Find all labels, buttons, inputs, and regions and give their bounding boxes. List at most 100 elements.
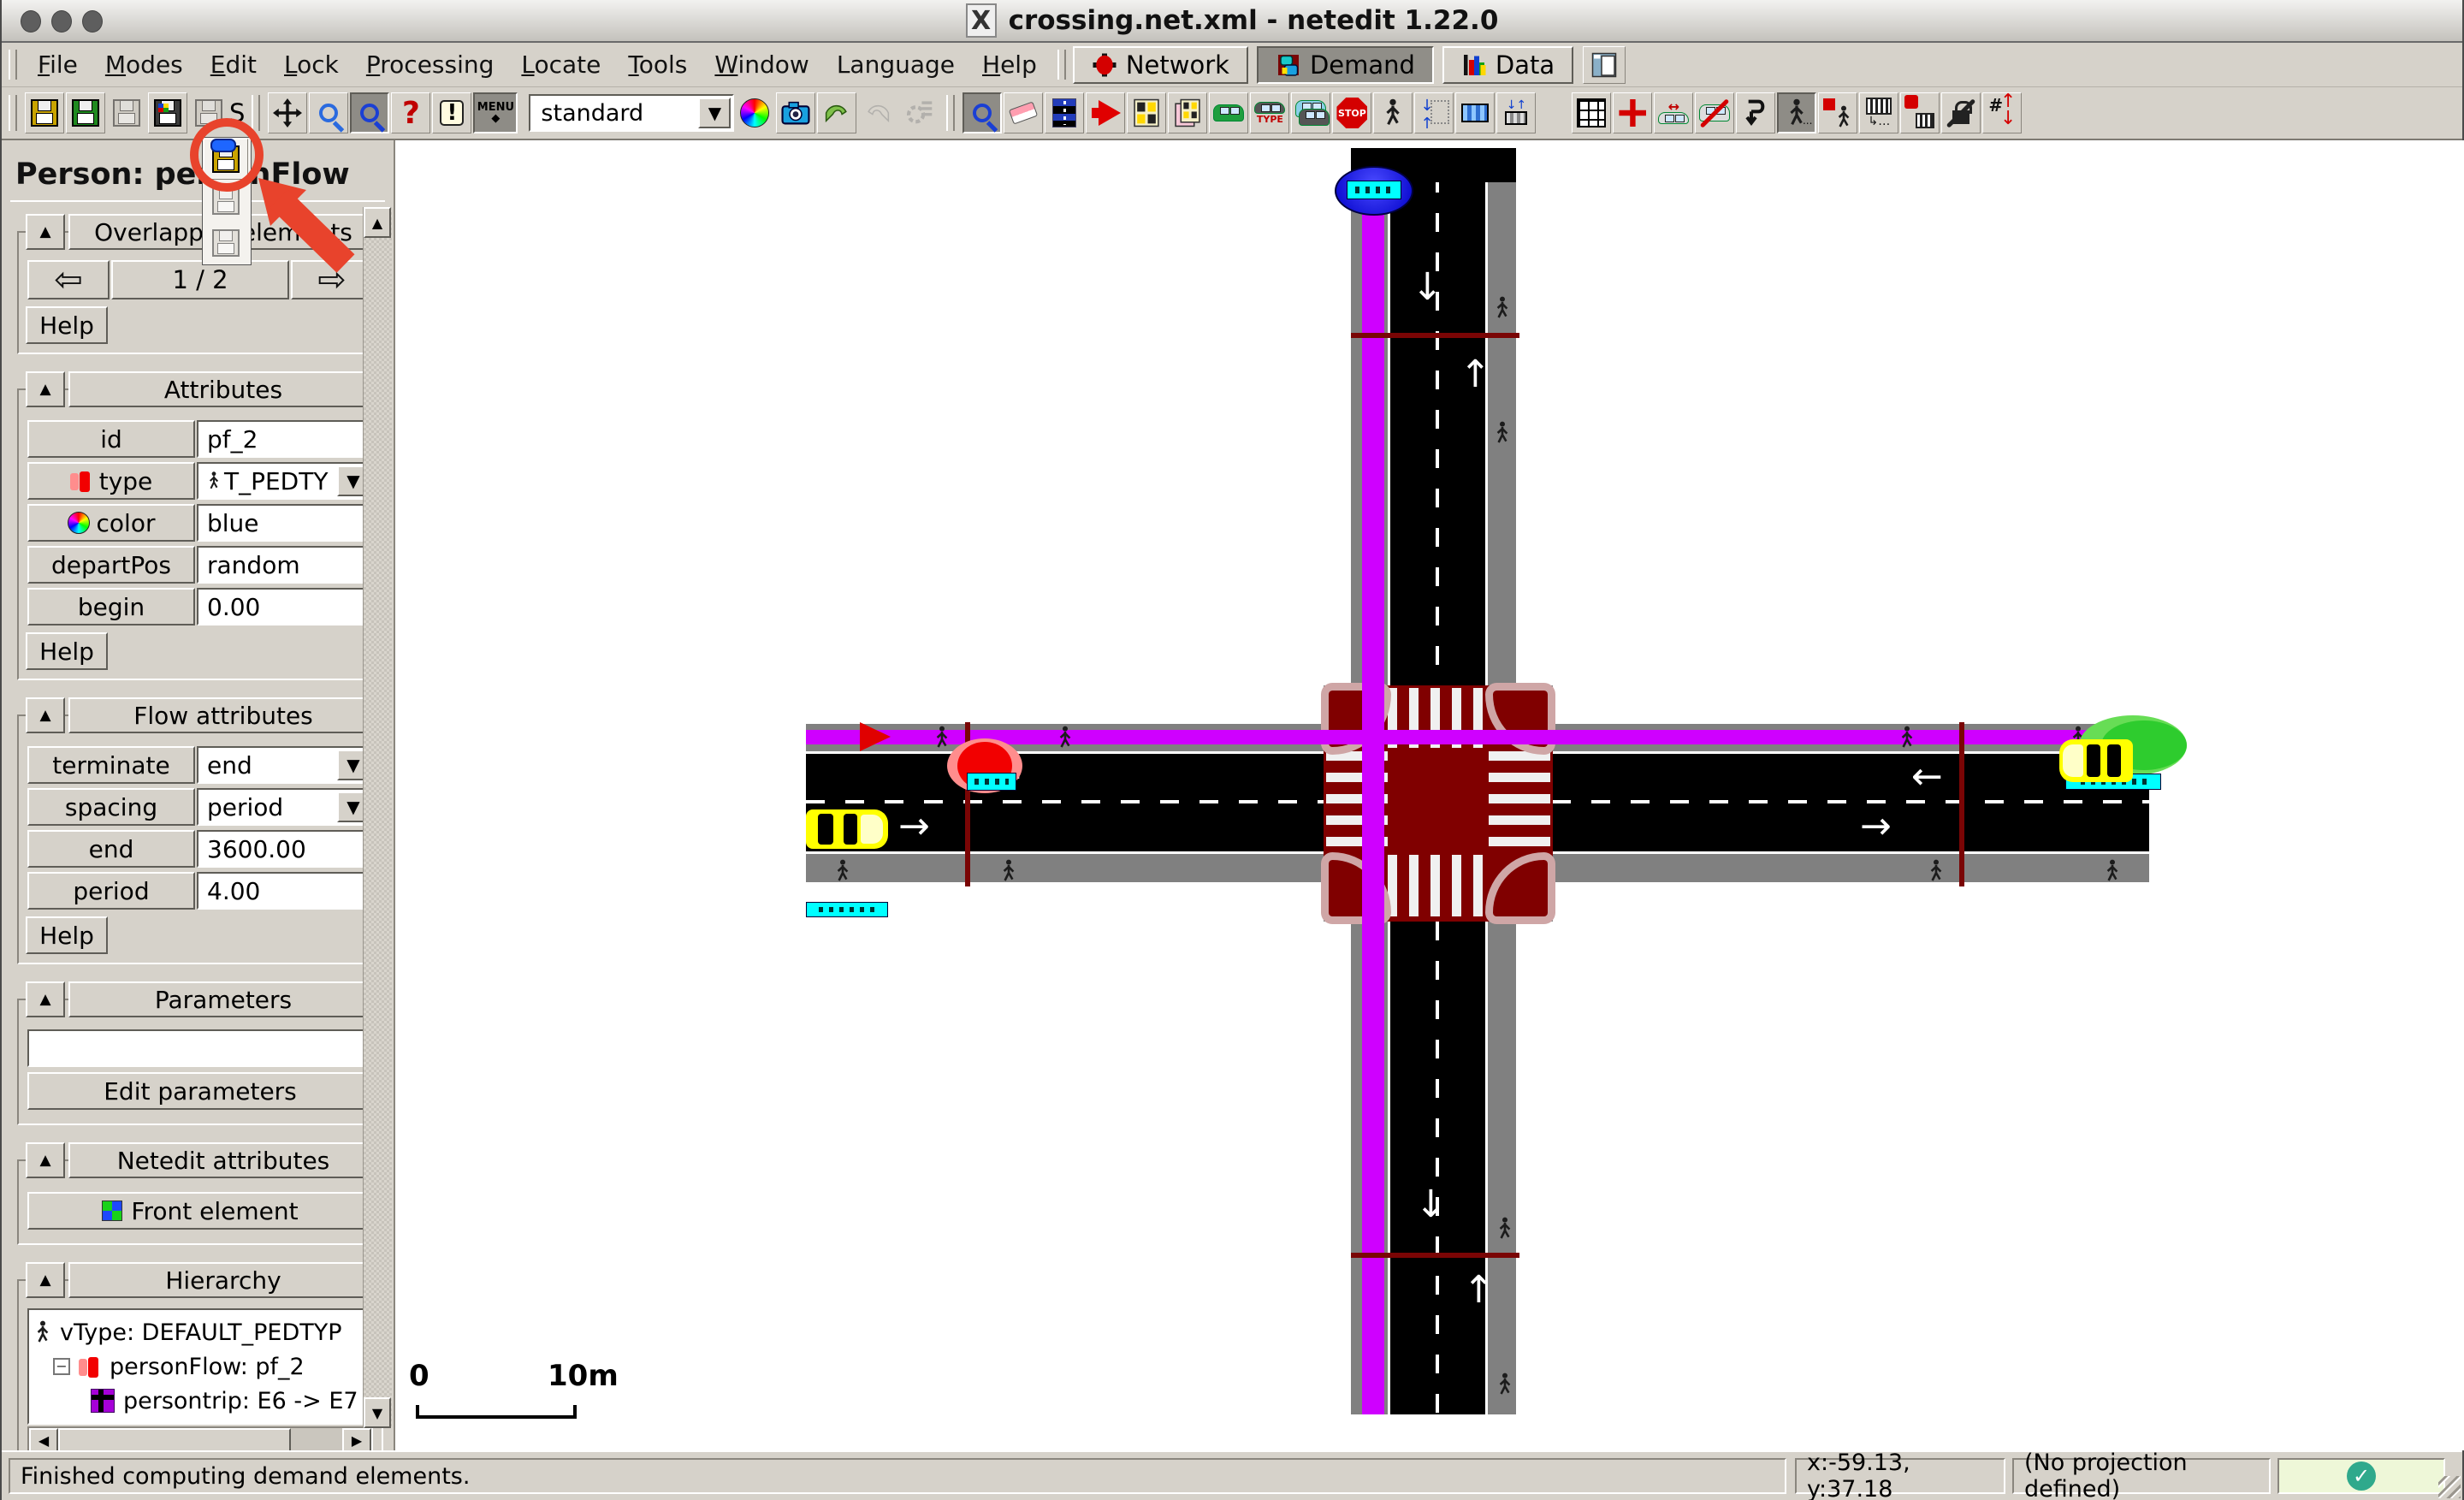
overlapped-routes-toggle-button[interactable]: # ↑ ↓ xyxy=(1982,92,2023,133)
overlapped-help-button[interactable]: Help xyxy=(26,306,108,344)
parameters-input[interactable] xyxy=(27,1029,373,1067)
hierarchy-title[interactable]: Hierarchy xyxy=(68,1262,378,1298)
menu-lock[interactable]: Lock xyxy=(270,45,352,84)
spacing-label-button[interactable]: spacing xyxy=(27,788,195,826)
network-canvas[interactable]: ↓ ↑ ↓ ↑ ← → ← → xyxy=(395,140,2464,1450)
recenter-view-button[interactable] xyxy=(268,92,308,133)
toolbar-grip-1[interactable] xyxy=(9,95,17,131)
hide-lock-toggle-button[interactable] xyxy=(1941,92,1981,133)
help-button[interactable]: ? xyxy=(391,92,431,133)
save-elements-menu-button[interactable] xyxy=(148,92,187,133)
edit-parameters-button[interactable]: Edit parameters xyxy=(27,1072,373,1110)
route-line-vertical[interactable] xyxy=(1362,174,1384,1414)
attributes-help-button[interactable]: Help xyxy=(26,632,108,670)
menu-modes[interactable]: Modes xyxy=(92,45,197,84)
spacing-combobox[interactable]: period ▼ xyxy=(197,788,373,826)
toolbar-grip-2[interactable] xyxy=(252,95,261,131)
terminate-combobox[interactable]: end ▼ xyxy=(197,746,373,784)
screenshot-button[interactable] xyxy=(776,92,816,133)
parameters-collapse-button[interactable]: ▲ xyxy=(26,981,65,1017)
person-mode-button[interactable] xyxy=(1373,92,1413,133)
color-input[interactable]: blue xyxy=(197,504,373,542)
supermode-grip[interactable] xyxy=(1057,49,1066,80)
attributes-title[interactable]: Attributes xyxy=(68,371,378,407)
flow-collapse-button[interactable]: ▲ xyxy=(26,697,65,733)
walkingarea-br[interactable] xyxy=(1485,852,1555,924)
show-routes-toggle-button[interactable]: ↳… xyxy=(1859,92,1899,133)
hierarchy-tree[interactable]: vType: DEFAULT_PEDTYP − personFlow: pf_2… xyxy=(27,1308,373,1425)
window-button-2[interactable] xyxy=(51,10,72,33)
menu-locate[interactable]: Locate xyxy=(507,45,614,84)
menu-edit[interactable]: Edit xyxy=(197,45,270,84)
tree-item-personflow[interactable]: − personFlow: pf_2 xyxy=(34,1349,371,1384)
show-trips-toggle-button[interactable] xyxy=(1736,92,1776,133)
departpos-label-button[interactable]: departPos xyxy=(27,546,195,584)
resize-grip[interactable] xyxy=(2438,1476,2461,1498)
delete-mode-button[interactable] xyxy=(1004,92,1044,133)
id-label-button[interactable]: id xyxy=(27,420,195,458)
stop-mode-button[interactable]: STOP xyxy=(1332,92,1372,133)
supermode-network-button[interactable]: Network xyxy=(1072,45,1248,84)
save-neteditconfig-button[interactable] xyxy=(25,92,64,133)
color-label-button[interactable]: color xyxy=(27,504,195,542)
messages-button[interactable]: ! xyxy=(432,92,472,133)
previous-element-button[interactable]: ⇦ xyxy=(27,260,110,299)
menu-processing[interactable]: Processing xyxy=(352,45,508,84)
person-plan-mode-button[interactable]: ↓ ↑ xyxy=(1414,92,1454,133)
pointer-search-button[interactable] xyxy=(350,92,390,133)
redo-button[interactable] xyxy=(858,92,897,133)
netedit-collapse-button[interactable]: ▲ xyxy=(26,1142,65,1178)
hscroll-right-button[interactable]: ▶ xyxy=(342,1428,371,1452)
undo-button[interactable] xyxy=(817,92,857,133)
type-mode-button[interactable]: TYPE xyxy=(1250,92,1290,133)
flow-help-button[interactable]: Help xyxy=(26,916,108,954)
junction-shape-toggle-button[interactable] xyxy=(1613,92,1653,133)
overlapped-collapse-button[interactable]: ▲ xyxy=(26,214,65,250)
title-bar[interactable]: X crossing.net.xml - netedit 1.22.0 xyxy=(2,0,2462,43)
select-mode-button[interactable] xyxy=(1045,92,1085,133)
crosswalk-east[interactable] xyxy=(1489,751,1550,852)
parameters-title[interactable]: Parameters xyxy=(68,981,378,1017)
hscroll-left-button[interactable]: ◀ xyxy=(29,1428,58,1452)
lock-person-toggle-button[interactable] xyxy=(1818,92,1858,133)
type-label-button[interactable]: type xyxy=(27,462,195,500)
end-input[interactable]: 3600.00 xyxy=(197,830,373,868)
tree-item-persontrip[interactable]: persontrip: E6 -> E7 xyxy=(34,1384,371,1418)
crosswalk-south[interactable] xyxy=(1388,855,1488,916)
container-plan-mode-button[interactable]: ↓↑ xyxy=(1496,92,1537,133)
view-preset-combobox[interactable]: standard ▼ xyxy=(529,94,735,132)
window-button-1[interactable] xyxy=(21,10,41,33)
menu-help[interactable]: Help xyxy=(968,45,1051,84)
window-controls[interactable] xyxy=(21,10,103,33)
junction[interactable] xyxy=(1321,683,1555,924)
supermode-data-button[interactable]: Data xyxy=(1442,45,1574,84)
menu-file[interactable]: File xyxy=(24,45,92,84)
save-sumoconfig-button[interactable] xyxy=(66,92,105,133)
lock-routes-toggle-button[interactable] xyxy=(1900,92,1940,133)
save-data-elements-button[interactable] xyxy=(204,181,248,222)
route-mode-button[interactable] xyxy=(1127,92,1167,133)
toggle-frames-button[interactable] xyxy=(1583,45,1626,84)
color-scheme-button[interactable] xyxy=(735,92,774,133)
save-network-button[interactable] xyxy=(107,92,146,133)
search-button[interactable] xyxy=(309,92,349,133)
person-plans-toggle-button[interactable]: ... xyxy=(1777,92,1817,133)
view-preset-dropdown-button[interactable]: ▼ xyxy=(698,98,732,128)
window-button-3[interactable] xyxy=(82,10,103,33)
id-input[interactable]: pf_2 xyxy=(197,420,373,458)
save-more-button[interactable] xyxy=(189,92,228,133)
menu-window[interactable]: Window xyxy=(701,45,822,84)
attributes-collapse-button[interactable]: ▲ xyxy=(26,371,65,407)
front-element-button[interactable]: Front element xyxy=(27,1192,373,1230)
vehicle-yellow-east[interactable] xyxy=(2059,739,2133,782)
supermode-demand-button[interactable]: Demand xyxy=(1256,45,1434,84)
hierarchy-collapse-button[interactable]: ▲ xyxy=(26,1262,65,1298)
departpos-input[interactable]: random xyxy=(197,546,373,584)
type-combobox[interactable]: T_PEDTY ▼ xyxy=(197,462,373,500)
hscroll-thumb[interactable] xyxy=(58,1428,291,1452)
vehicle-yellow-west[interactable] xyxy=(806,809,888,849)
junction-core[interactable] xyxy=(1388,751,1489,852)
save-demand-elements-button[interactable] xyxy=(204,139,248,180)
route-line-horizontal[interactable] xyxy=(806,730,2149,744)
begin-input[interactable]: 0.00 xyxy=(197,588,373,625)
